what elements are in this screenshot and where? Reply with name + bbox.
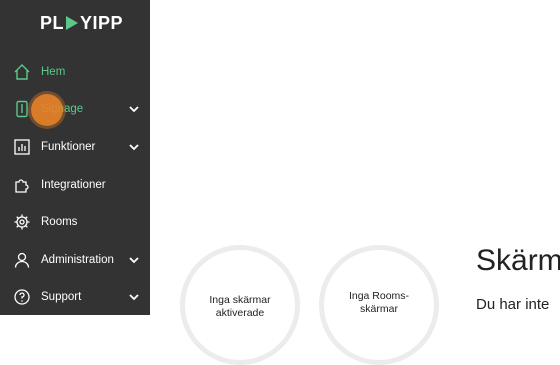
sidebar-item-label: Hem (41, 66, 66, 78)
sidebar: PL YIPP Hem Signage Funktioner (0, 0, 150, 315)
chevron-down-icon[interactable] (128, 103, 140, 115)
status-card-rooms[interactable]: Inga Rooms- skärmar (319, 245, 439, 365)
sidebar-item-hem[interactable]: Hem (0, 57, 150, 87)
sidebar-item-label: Integrationer (41, 179, 106, 191)
puzzle-icon (15, 179, 29, 193)
sidebar-item-label: Administration (41, 254, 114, 266)
sidebar-item-signage[interactable]: Signage (0, 94, 150, 124)
chevron-down-icon[interactable] (128, 254, 140, 266)
sidebar-item-label: Support (41, 291, 82, 303)
logo-text-yipp: YIPP (80, 12, 124, 33)
sidebar-item-integrationer[interactable]: Integrationer (0, 170, 150, 200)
chart-icon (14, 139, 30, 155)
sidebar-item-funktioner[interactable]: Funktioner (0, 132, 150, 162)
sidebar-item-support[interactable]: Support (0, 282, 150, 312)
page-subtext: Du har inte (476, 296, 550, 313)
status-card-screens[interactable]: Inga skärmar aktiverade (180, 245, 300, 365)
gear-icon (14, 214, 30, 230)
play-logo-icon (66, 16, 79, 30)
card-text: Inga skärmar (209, 294, 271, 306)
sidebar-item-administration[interactable]: Administration (0, 245, 150, 275)
chevron-down-icon[interactable] (128, 291, 140, 303)
card-text: skärmar (360, 303, 398, 315)
card-text: Inga Rooms- (348, 290, 410, 302)
sidebar-item-label: Rooms (41, 216, 78, 228)
playipp-logo[interactable]: PL YIPP (40, 12, 123, 34)
card-text: aktiverade (215, 307, 265, 319)
sidebar-item-rooms[interactable]: Rooms (0, 207, 150, 237)
logo-text-pl: PL (40, 12, 65, 33)
chevron-down-icon[interactable] (128, 141, 140, 153)
user-icon (14, 252, 30, 268)
page-heading: Skärm (476, 244, 560, 277)
display-icon (16, 100, 28, 118)
click-indicator (31, 94, 63, 126)
home-icon (14, 64, 30, 80)
sidebar-item-label: Funktioner (41, 141, 96, 153)
help-icon (14, 289, 30, 305)
